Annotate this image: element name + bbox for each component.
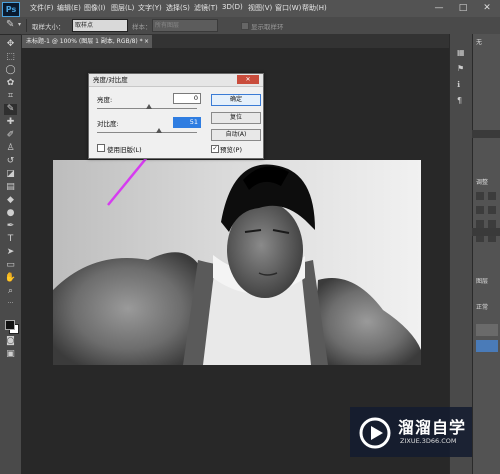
watermark-url: ZIXUE.3D66.COM (400, 437, 457, 445)
document-tab[interactable]: 未标题-1 @ 100% (图层 1 副本, RGB/8) * × (22, 35, 152, 48)
gradient-tool-icon[interactable]: ▤ (4, 182, 17, 193)
window-controls: — □ ✕ (418, 1, 500, 15)
crop-tool-icon[interactable]: ⌗ (4, 91, 17, 102)
layer-row-selected[interactable] (476, 340, 498, 352)
chevron-down-icon[interactable]: ▾ (18, 21, 21, 28)
panel-tab-header[interactable]: 无 (476, 37, 482, 46)
auto-button[interactable]: 自动(A) (211, 129, 261, 141)
menu-bar: Ps 文件(F) 编辑(E) 图像(I) 图层(L) 文字(Y) 选择(S) 滤… (0, 0, 500, 18)
show-ring-label: 显示取样环 (251, 23, 284, 31)
adjustment-icon[interactable] (476, 220, 484, 228)
sample-size-label: 取样大小： (32, 23, 65, 31)
divider (26, 19, 27, 32)
legacy-checkbox[interactable] (97, 144, 105, 152)
menu-type[interactable]: 文字(Y) (138, 3, 162, 13)
reset-button[interactable]: 复位 (211, 112, 261, 124)
path-select-tool-icon[interactable]: ➤ (4, 247, 17, 258)
lasso-tool-icon[interactable]: ◯ (4, 65, 17, 76)
history-panel-icon[interactable]: ▦ (457, 48, 465, 57)
brightness-contrast-dialog: 亮度/对比度 ✕ 亮度: 0 对比度: 51 使用旧版(L) 确定 复位 自动(… (88, 73, 264, 159)
close-window-button[interactable]: ✕ (476, 1, 498, 15)
contrast-label: 对比度: (97, 120, 119, 128)
dialog-title-bar[interactable]: 亮度/对比度 ✕ (89, 74, 263, 87)
maximize-button[interactable]: □ (452, 1, 474, 15)
info-panel-icon[interactable]: ℹ (457, 80, 460, 89)
panel-divider (472, 130, 500, 138)
screen-mode-icon[interactable]: ▣ (4, 349, 17, 360)
menu-select[interactable]: 选择(S) (166, 3, 190, 13)
zoom-tool-icon[interactable]: ⌕ (4, 286, 17, 297)
options-bar: ✎ ▾ 取样大小： 取样点 样本： 所有图层 显示取样环 (0, 17, 500, 35)
brightness-label: 亮度: (97, 96, 113, 104)
blend-mode-select[interactable]: 正常 (476, 302, 488, 311)
history-brush-tool-icon[interactable]: ↺ (4, 156, 17, 167)
panel-tab-adjustments[interactable]: 调整 (476, 177, 488, 186)
adjustment-icon[interactable] (476, 192, 484, 200)
play-logo-icon (359, 417, 391, 449)
quick-mask-icon[interactable]: ◙ (4, 336, 17, 347)
adjustment-icon[interactable] (488, 220, 496, 228)
eraser-tool-icon[interactable]: ◪ (4, 169, 17, 180)
brush-tool-icon[interactable]: ✐ (4, 130, 17, 141)
dialog-close-button[interactable]: ✕ (237, 75, 259, 84)
adjustment-icon[interactable] (476, 206, 484, 214)
quick-select-tool-icon[interactable]: ✿ (4, 78, 17, 89)
sample-label: 样本： (132, 23, 152, 31)
preview-checkbox[interactable]: ✓ (211, 145, 219, 153)
menu-edit[interactable]: 编辑(E) (57, 3, 81, 13)
legacy-label: 使用旧版(L) (107, 146, 142, 154)
foreground-color-swatch[interactable] (5, 320, 15, 330)
tools-panel: ✥ ⬚ ◯ ✿ ⌗ ✎ ✚ ✐ ♙ ↺ ◪ ▤ ◆ ● ✒ T ➤ ▭ ✋ ⌕ … (0, 35, 22, 474)
menu-view[interactable]: 视图(V) (248, 3, 272, 13)
menu-3d[interactable]: 3D(D) (222, 3, 243, 11)
brightness-slider-thumb[interactable] (146, 104, 152, 109)
contrast-input[interactable]: 51 (173, 117, 201, 128)
show-ring-checkbox[interactable] (241, 22, 249, 30)
eyedropper-icon[interactable]: ✎ (6, 19, 14, 30)
minimize-button[interactable]: — (428, 1, 450, 15)
clone-stamp-tool-icon[interactable]: ♙ (4, 143, 17, 154)
contrast-slider-track[interactable] (97, 132, 197, 133)
healing-brush-tool-icon[interactable]: ✚ (4, 117, 17, 128)
menu-help[interactable]: 帮助(H) (302, 3, 327, 13)
menu-image[interactable]: 图像(I) (84, 3, 106, 13)
ok-button[interactable]: 确定 (211, 94, 261, 106)
sample-select[interactable]: 所有图层 (152, 19, 218, 32)
preview-label: 预览(P) (220, 146, 242, 154)
hand-tool-icon[interactable]: ✋ (4, 273, 17, 284)
move-tool-icon[interactable]: ✥ (4, 39, 17, 50)
pen-tool-icon[interactable]: ✒ (4, 221, 17, 232)
brightness-input[interactable]: 0 (173, 93, 201, 104)
adjustment-icon[interactable] (488, 206, 496, 214)
watermark-title: 溜溜自学 (398, 418, 467, 437)
watermark: 溜溜自学 ZIXUE.3D66.COM (350, 407, 472, 457)
tab-close-icon[interactable]: × (144, 35, 149, 48)
sample-size-select[interactable]: 取样点 (72, 19, 128, 32)
adjustment-icon[interactable] (488, 192, 496, 200)
sample-size-value: 取样点 (75, 22, 94, 29)
menu-file[interactable]: 文件(F) (30, 3, 54, 13)
marquee-tool-icon[interactable]: ⬚ (4, 52, 17, 63)
dialog-title: 亮度/对比度 (93, 76, 128, 84)
properties-panel-icon[interactable]: ⚑ (457, 64, 464, 73)
shape-tool-icon[interactable]: ▭ (4, 260, 17, 271)
right-panel-dock: 无 调整 图层 正常 (472, 34, 500, 474)
photoshop-logo: Ps (2, 2, 20, 17)
eyedropper-tool-icon[interactable]: ✎ (4, 104, 17, 115)
paragraph-panel-icon[interactable]: ¶ (457, 96, 462, 105)
dodge-tool-icon[interactable]: ● (4, 208, 17, 219)
type-tool-icon[interactable]: T (4, 234, 17, 245)
menu-window[interactable]: 窗口(W) (275, 3, 301, 13)
menu-layer[interactable]: 图层(L) (111, 3, 134, 13)
layer-row[interactable] (476, 324, 498, 336)
sample-value: 所有图层 (155, 22, 180, 29)
blur-tool-icon[interactable]: ◆ (4, 195, 17, 206)
document-tab-title: 未标题-1 @ 100% (图层 1 副本, RGB/8) * (26, 38, 143, 45)
panel-divider (472, 228, 500, 236)
contrast-slider-thumb[interactable] (156, 128, 162, 133)
panel-tab-layers[interactable]: 图层 (476, 276, 488, 285)
more-tools-icon[interactable]: ··· (4, 298, 17, 309)
menu-filter[interactable]: 滤镜(T) (194, 3, 218, 13)
